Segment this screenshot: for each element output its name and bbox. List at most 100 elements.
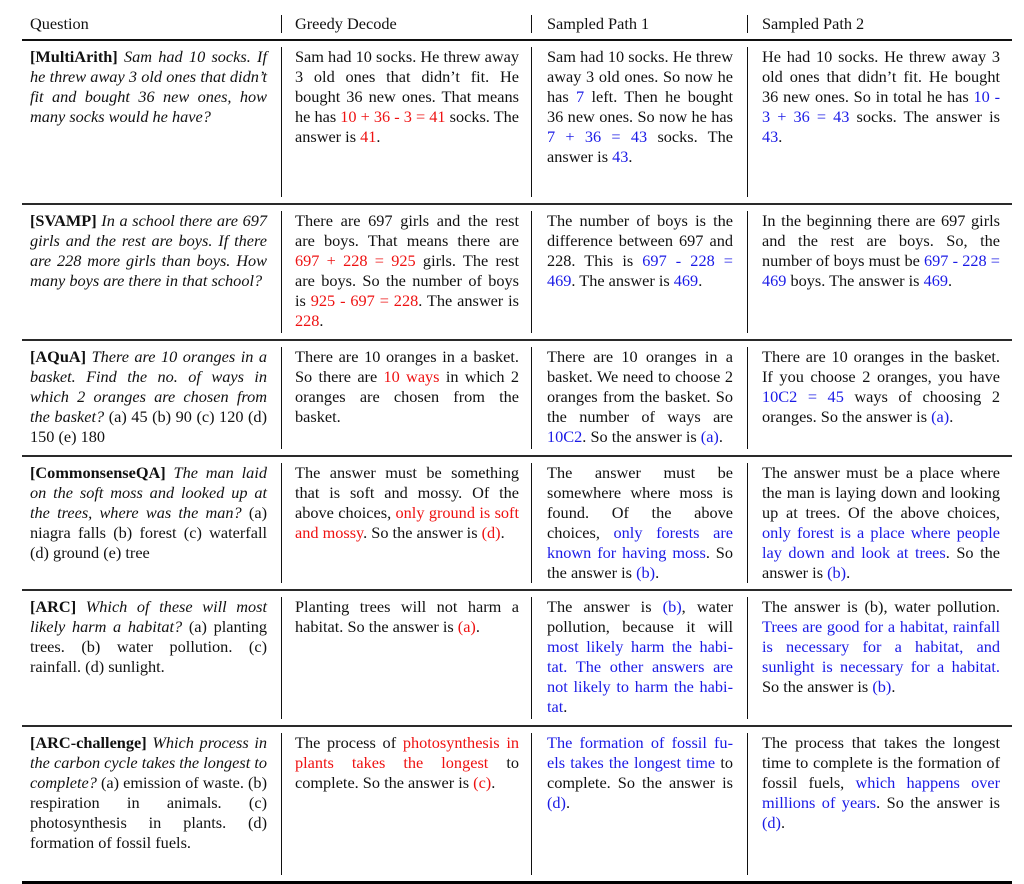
text-span: . [491,773,496,792]
dataset-label: [ARC] [30,597,77,616]
table-row: [AQuA] There are 10 oranges in a basket.… [22,341,1012,457]
text-span: . [565,793,571,812]
sampled-path-2-cell: The answer must be a place where the man… [747,457,1012,589]
dataset-label: [AQuA] [30,347,87,366]
text-span: . [319,311,324,330]
incorrect-reasoning-span: 228 [295,311,320,330]
greedy-decode-cell: The answer must be something that is sof… [281,457,531,589]
text-span: . [949,407,954,426]
question-cell: [CommonsenseQA] The man laid on the soft… [22,457,281,589]
column-divider [747,597,748,719]
column-divider [531,15,532,33]
text-span: . [698,271,703,290]
text-span: . [628,147,633,166]
text-span: The answer is [547,597,663,616]
correct-reasoning-span: (d) [762,813,781,832]
correct-reasoning-span: The formation of fossil fu­els takes the… [547,733,733,772]
text-span: . [778,127,783,146]
greedy-decode-cell: Planting trees will not harm a habitat. … [281,591,531,725]
question-cell: [ARC] Which of these will most likely ha… [22,591,281,725]
column-divider [281,347,282,449]
header-greedy-decode: Greedy Decode [295,14,397,33]
sampled-path-1-cell: The answer is (b), water pollution, beca… [531,591,747,725]
column-divider [531,211,532,333]
header-question: Question [30,14,89,33]
table-row: [ARC] Which of these will most likely ha… [22,591,1012,727]
table-row: [CommonsenseQA] The man laid on the soft… [22,457,1012,591]
table-row: [SVAMP] In a school there are 697 girls … [22,205,1012,341]
text-span: . [780,813,786,832]
text-span: . So the answer is [876,793,1000,812]
column-divider [281,15,282,33]
incorrect-reasoning-span: (c) [473,773,492,792]
correct-reasoning-span: (b) [662,597,682,616]
header-sampled-path-2: Sampled Path 2 [762,14,865,33]
text-span: . [563,697,568,716]
text-span: . The answer is [418,291,519,310]
correct-reasoning-span: Trees are good for a habitat, rain­fall … [762,617,1000,676]
sampled-path-1-cell: There are 10 oranges in a basket. We nee… [531,341,747,455]
greedy-decode-cell: The process of photosynthesis in plants … [281,727,531,881]
text-span: . [655,563,660,582]
table-body: [MultiArith] Sam had 10 socks. If he thr… [22,41,1012,884]
text-span: There are 10 oranges in a basket. We nee… [547,347,733,426]
incorrect-reasoning-span: (d) [481,523,501,542]
table-row: [ARC-challenge] Which pro­cess in the ca… [22,727,1012,884]
column-divider [531,47,532,197]
column-divider [281,211,282,333]
question-cell: [ARC-challenge] Which pro­cess in the ca… [22,727,281,881]
correct-reasoning-span: (a) [931,407,950,426]
sampled-path-2-cell: There are 10 oranges in the bas­ket. If … [747,341,1012,455]
sampled-path-1-cell: The number of boys is the difference bet… [531,205,747,339]
column-divider [747,47,748,197]
column-divider [747,15,748,33]
sampled-path-2-cell: In the beginning there are 697 girls and… [747,205,1012,339]
correct-reasoning-span: 43 [612,147,629,166]
column-divider [531,733,532,875]
column-divider [281,463,282,583]
text-span: . [948,271,953,290]
column-divider [281,733,282,875]
text-span: socks. The answer is [849,107,1000,126]
greedy-decode-cell: Sam had 10 socks. He threw away 3 old on… [281,41,531,203]
text-span: . [475,617,480,636]
correct-reasoning-span: 7 + 36 = 43 [547,127,648,146]
sampled-path-2-cell: The answer is (b), water pollution. Tree… [747,591,1012,725]
text-span: . So the answer is [363,523,482,542]
incorrect-reasoning-span: 925 - 697 = 228 [310,291,419,310]
text-span: . The answer is [571,271,674,290]
text-span: . So the answer is [582,427,701,446]
column-divider [281,597,282,719]
text-span: . [846,563,851,582]
sampled-path-2-cell: He had 10 socks. He threw away 3 old one… [747,41,1012,203]
text-span: . [891,677,896,696]
text-span: There are 10 oranges in the bas­ket. If … [762,347,1000,386]
correct-reasoning-span: 43 [762,127,779,146]
text-span: So the answer is [762,677,873,696]
correct-reasoning-span: 10C2 = 45 [762,387,844,406]
table-header-row: Question Greedy Decode Sampled Path 1 Sa… [22,8,1012,41]
sampled-path-1-cell: The formation of fossil fu­els takes the… [531,727,747,881]
dataset-label: [ARC-challenge] [30,733,147,752]
text-span: . [500,523,505,542]
correct-reasoning-span: (d) [547,793,566,812]
question-cell: [AQuA] There are 10 oranges in a basket.… [22,341,281,455]
header-sampled-path-1: Sampled Path 1 [547,14,650,33]
incorrect-reasoning-span: 41 [360,127,377,146]
correct-reasoning-span: 469 [923,271,949,290]
sampled-path-2-cell: The process that takes the longest time … [747,727,1012,881]
table-row: [MultiArith] Sam had 10 socks. If he thr… [22,41,1012,205]
column-divider [747,347,748,449]
incorrect-reasoning-span: 697 + 228 = 925 [295,251,416,270]
correct-reasoning-span: (b) [636,563,656,582]
column-divider [747,211,748,333]
column-divider [747,463,748,583]
text-span: . [376,127,381,146]
text-span: The answer must be a place where the man… [762,463,1000,522]
sampled-path-1-cell: The answer must be somewhere where moss … [531,457,747,589]
comparison-table: Question Greedy Decode Sampled Path 1 Sa… [22,8,1012,884]
text-span: . [718,427,723,446]
dataset-label: [SVAMP] [30,211,97,230]
text-span: The answer is (b), water pollution. [762,597,1000,616]
text-span: boys. The answer is [786,271,924,290]
